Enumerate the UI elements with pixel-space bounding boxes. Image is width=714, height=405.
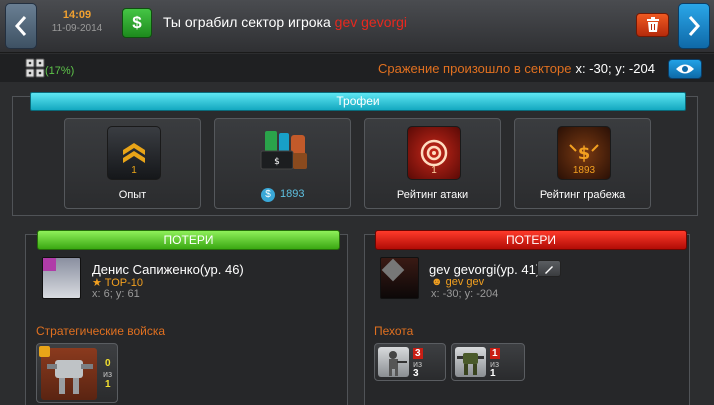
attacker-avatar[interactable] <box>42 257 81 299</box>
message-player-link[interactable]: gev gevorgi <box>335 14 407 30</box>
defender-section-title: Пехота <box>374 324 414 338</box>
attacker-coords: x: 6; y: 61 <box>92 288 140 300</box>
unit-total-count: 1 <box>490 368 496 379</box>
prev-message-button[interactable] <box>5 3 37 49</box>
defender-name[interactable]: gev gevorgi(ур. 41) <box>429 262 540 277</box>
target-icon: 1 <box>407 126 461 180</box>
unit-total-count: 1 <box>105 379 111 390</box>
trash-icon <box>646 17 659 32</box>
unit-mech-icon <box>455 347 486 377</box>
experience-value: 1 <box>131 165 137 176</box>
resources-crate-icon: $ <box>255 127 313 177</box>
unit-total-count: 3 <box>413 368 419 379</box>
trophy-attack-rating: 1 Рейтинг атаки <box>364 118 501 209</box>
battle-label: Сражение произошло в секторе <box>378 61 572 76</box>
attacker-name[interactable]: Денис Сапиженко(ур. 46) <box>92 262 244 277</box>
rank-chevron-icon <box>39 346 50 357</box>
message-date: 11-09-2014 <box>51 23 103 34</box>
unit-lost-count: 1 <box>490 348 500 359</box>
unit-card[interactable]: 0 из 1 <box>36 343 118 403</box>
pencil-icon <box>545 265 553 274</box>
message-title: Ты ограбил сектор игрока gev gevorgi <box>163 14 407 30</box>
dice-icon <box>25 58 45 78</box>
luck-percent: (17%) <box>45 65 75 77</box>
chevron-right-icon <box>688 16 701 36</box>
clan-emblem-icon <box>43 258 56 271</box>
trophy-experience: 1 Опыт <box>64 118 201 209</box>
battle-location: Сражение произошло в секторе x: -30; y: -… <box>378 61 655 76</box>
unit-lost-count: 0 <box>105 358 111 369</box>
trophies-header: Трофеи <box>30 92 686 111</box>
battle-coords: x: -30; y: -204 <box>575 61 655 76</box>
raid-money-icon: $ 1893 <box>557 126 611 180</box>
next-message-button[interactable] <box>678 3 710 49</box>
unit-card[interactable]: 1 из 1 <box>451 343 525 381</box>
unit-lost-count: 3 <box>413 348 423 359</box>
defender-coords: x: -30; y: -204 <box>431 288 499 300</box>
trophy-label: Рейтинг грабежа <box>539 189 626 201</box>
rank-chevron-icon: 1 <box>107 126 161 180</box>
view-sector-button[interactable] <box>668 59 702 79</box>
unit-of-label: из <box>103 369 113 379</box>
trophy-resources: $ $ 1893 <box>214 118 351 209</box>
attacker-section-title: Стратегические войска <box>36 324 166 338</box>
trophy-raid-rating: $ 1893 Рейтинг грабежа <box>514 118 651 209</box>
send-message-button[interactable] <box>537 260 561 277</box>
unit-soldier-icon <box>378 347 409 377</box>
trophy-label: Опыт <box>118 189 147 201</box>
clan-emblem-icon <box>381 258 405 282</box>
delete-button[interactable] <box>636 13 669 37</box>
skull-icon: ☻ <box>431 276 446 288</box>
attacker-losses-header: ПОТЕРИ <box>37 230 340 250</box>
dollar-icon: $ <box>122 8 152 38</box>
eye-icon <box>676 64 694 74</box>
message-time: 14:09 <box>62 9 92 21</box>
message-prefix: Ты ограбил сектор игрока <box>163 14 335 30</box>
chevron-left-icon <box>14 16 27 36</box>
svg-text:$: $ <box>578 143 591 164</box>
defender-losses-header: ПОТЕРИ <box>375 230 687 250</box>
defender-clan: ☻ gev gev <box>431 276 484 288</box>
attack-rating-value: 1 <box>431 165 437 176</box>
defender-clan-text[interactable]: gev gev <box>446 276 485 288</box>
defender-avatar[interactable] <box>380 257 419 299</box>
coin-icon: $ <box>261 188 275 202</box>
trophy-label: Рейтинг атаки <box>396 189 469 201</box>
unit-card[interactable]: 3 из 3 <box>374 343 446 381</box>
svg-text:$: $ <box>274 157 280 167</box>
resources-value: 1893 <box>280 188 305 200</box>
raid-rating-value: 1893 <box>572 165 596 176</box>
